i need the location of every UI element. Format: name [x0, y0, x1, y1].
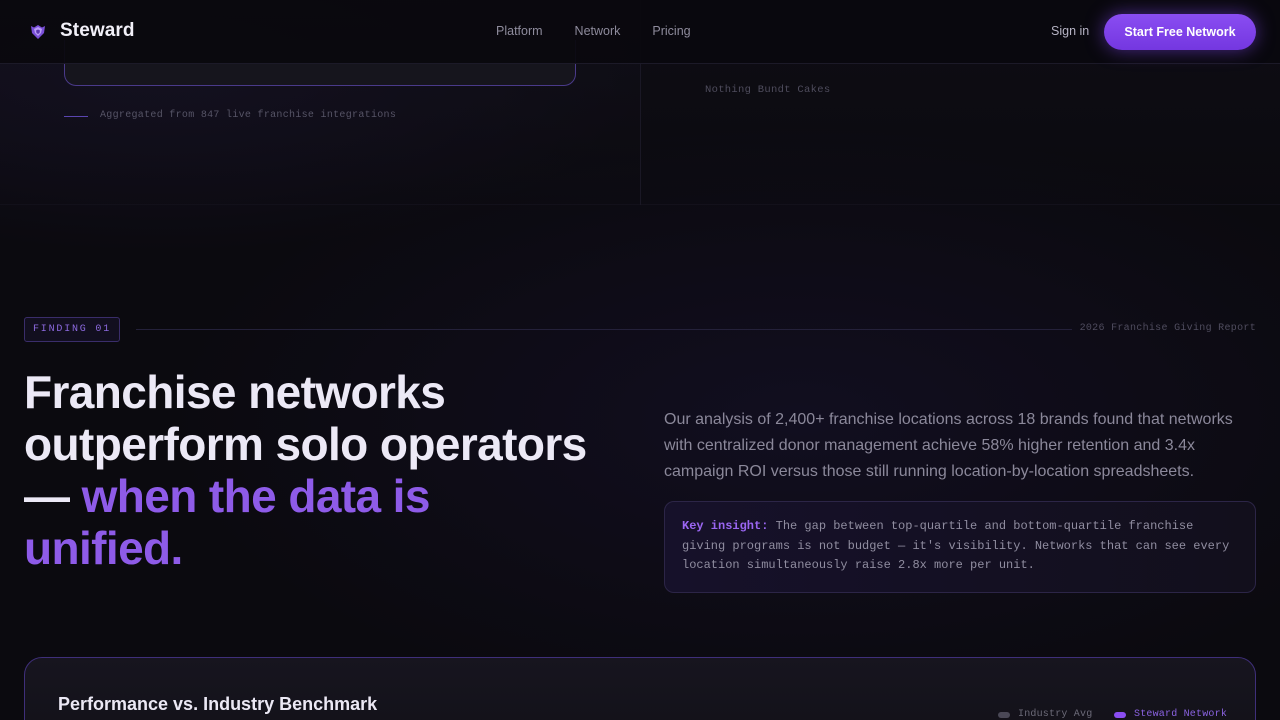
finding-headline: Franchise networks outperform solo opera… [24, 366, 644, 574]
aggregated-note: Aggregated from 847 live franchise integ… [100, 110, 397, 121]
analysis-paragraph: Our analysis of 2,400+ franchise locatio… [664, 411, 1233, 480]
headline-accent-1: when the data is [81, 470, 431, 522]
legend-industry-avg: Industry Avg [998, 709, 1092, 720]
sign-in-link[interactable]: Sign in [1051, 24, 1089, 38]
nav-link-platform[interactable]: Platform [496, 24, 543, 38]
brand-name[interactable]: Steward [60, 20, 135, 42]
insight-text: Key insight: The gap between top-quartil… [682, 517, 1238, 576]
headline-dash: — [24, 470, 82, 522]
nav-link-network[interactable]: Network [575, 24, 621, 38]
benchmark-panel: Performance vs. Industry Benchmark Indus… [24, 657, 1256, 720]
legend-label-industry: Industry Avg [1018, 709, 1093, 720]
key-insight-box: Key insight: The gap between top-quartil… [664, 501, 1256, 593]
headline-accent-2: unified. [24, 522, 183, 574]
headline-line-1: Franchise networks [24, 366, 446, 418]
headline-line-2: outperform solo operators [24, 418, 587, 470]
legend-label-steward: Steward Network [1134, 709, 1228, 720]
legend-swatch-steward [1114, 711, 1126, 718]
aggregated-rule [64, 116, 88, 117]
finding-divider [136, 329, 1072, 330]
report-label: 2026 Franchise Giving Report [1079, 323, 1256, 334]
insight-label: Key insight: [682, 519, 769, 533]
start-free-network-button[interactable]: Start Free Network [1104, 14, 1256, 50]
brand-list-item: Nothing Bundt Cakes [705, 84, 831, 96]
legend-swatch-industry [998, 711, 1010, 718]
nav-link-pricing[interactable]: Pricing [652, 24, 690, 38]
benchmark-title: Performance vs. Industry Benchmark [58, 694, 378, 714]
nav-links: Platform Network Pricing [496, 24, 723, 38]
logo-icon[interactable] [29, 23, 47, 41]
legend-steward-network: Steward Network [1114, 709, 1227, 720]
top-navigation: Steward Platform Network Pricing Sign in… [0, 0, 1280, 64]
finding-badge: FINDING 01 [24, 317, 120, 342]
